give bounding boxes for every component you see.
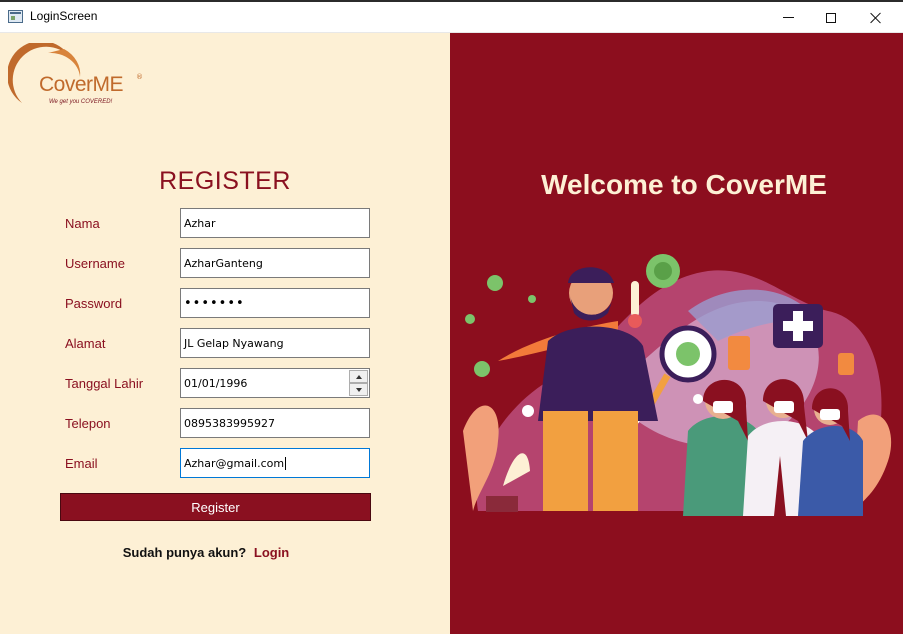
window-title: LoginScreen bbox=[30, 9, 98, 23]
password-input[interactable]: ••••••• bbox=[180, 288, 370, 318]
close-icon bbox=[870, 12, 882, 24]
maximize-icon bbox=[826, 12, 836, 23]
app-window-icon bbox=[8, 10, 23, 23]
login-link[interactable]: Login bbox=[254, 545, 289, 560]
window-titlebar: LoginScreen bbox=[0, 0, 903, 33]
spinner-up-button[interactable] bbox=[349, 370, 368, 383]
username-value: AzharGanteng bbox=[184, 256, 263, 270]
minimize-icon bbox=[782, 17, 794, 18]
logo-tagline: We get you COVERED! bbox=[49, 99, 113, 105]
password-label: Password bbox=[65, 296, 123, 311]
telepon-value: 0895383995927 bbox=[184, 416, 275, 430]
maximize-button[interactable] bbox=[808, 2, 854, 33]
logo-registered-mark: ® bbox=[136, 73, 143, 81]
register-button[interactable]: Register bbox=[60, 493, 371, 521]
doctors-virus-illustration bbox=[463, 254, 892, 516]
close-button[interactable] bbox=[853, 2, 899, 33]
login-question: Sudah punya akun? bbox=[122, 545, 247, 560]
alamat-input[interactable]: JL Gelap Nyawang bbox=[180, 328, 370, 358]
welcome-panel: Welcome to CoverME bbox=[450, 33, 903, 634]
alamat-label: Alamat bbox=[65, 336, 106, 351]
email-label: Email bbox=[65, 456, 98, 471]
date-spinner-controls bbox=[349, 370, 368, 396]
coverme-logo: CoverME ® We get you COVERED! bbox=[7, 40, 148, 113]
arrow-up-icon bbox=[355, 374, 362, 379]
email-value: Azhar@gmail.com bbox=[184, 456, 285, 470]
welcome-title: Welcome to CoverME bbox=[541, 169, 827, 200]
arrow-down-icon bbox=[355, 387, 362, 392]
logo-wordmark: CoverME bbox=[39, 73, 124, 96]
minimize-button[interactable] bbox=[765, 2, 811, 33]
email-input[interactable]: Azhar@gmail.com bbox=[180, 448, 370, 478]
nama-label: Nama bbox=[65, 216, 100, 231]
nama-input[interactable]: Azhar bbox=[180, 208, 370, 238]
register-title: REGISTER bbox=[159, 167, 291, 195]
telepon-label: Telepon bbox=[65, 416, 111, 431]
tanggal-lahir-label: Tanggal Lahir bbox=[65, 376, 144, 391]
tanggal-lahir-value: 01/01/1996 bbox=[184, 376, 248, 390]
text-caret bbox=[285, 456, 287, 470]
login-prompt-row: Sudah punya akun? Login bbox=[0, 545, 412, 560]
spinner-down-button[interactable] bbox=[349, 383, 368, 396]
nama-value: Azhar bbox=[184, 216, 216, 230]
username-input[interactable]: AzharGanteng bbox=[180, 248, 370, 278]
username-label: Username bbox=[65, 256, 125, 271]
alamat-value: JL Gelap Nyawang bbox=[184, 336, 284, 350]
tanggal-lahir-spinner[interactable]: 01/01/1996 bbox=[180, 368, 370, 398]
register-panel: CoverME ® We get you COVERED! REGISTER N… bbox=[0, 33, 450, 634]
telepon-input[interactable]: 0895383995927 bbox=[180, 408, 370, 438]
password-value: ••••••• bbox=[184, 295, 245, 311]
